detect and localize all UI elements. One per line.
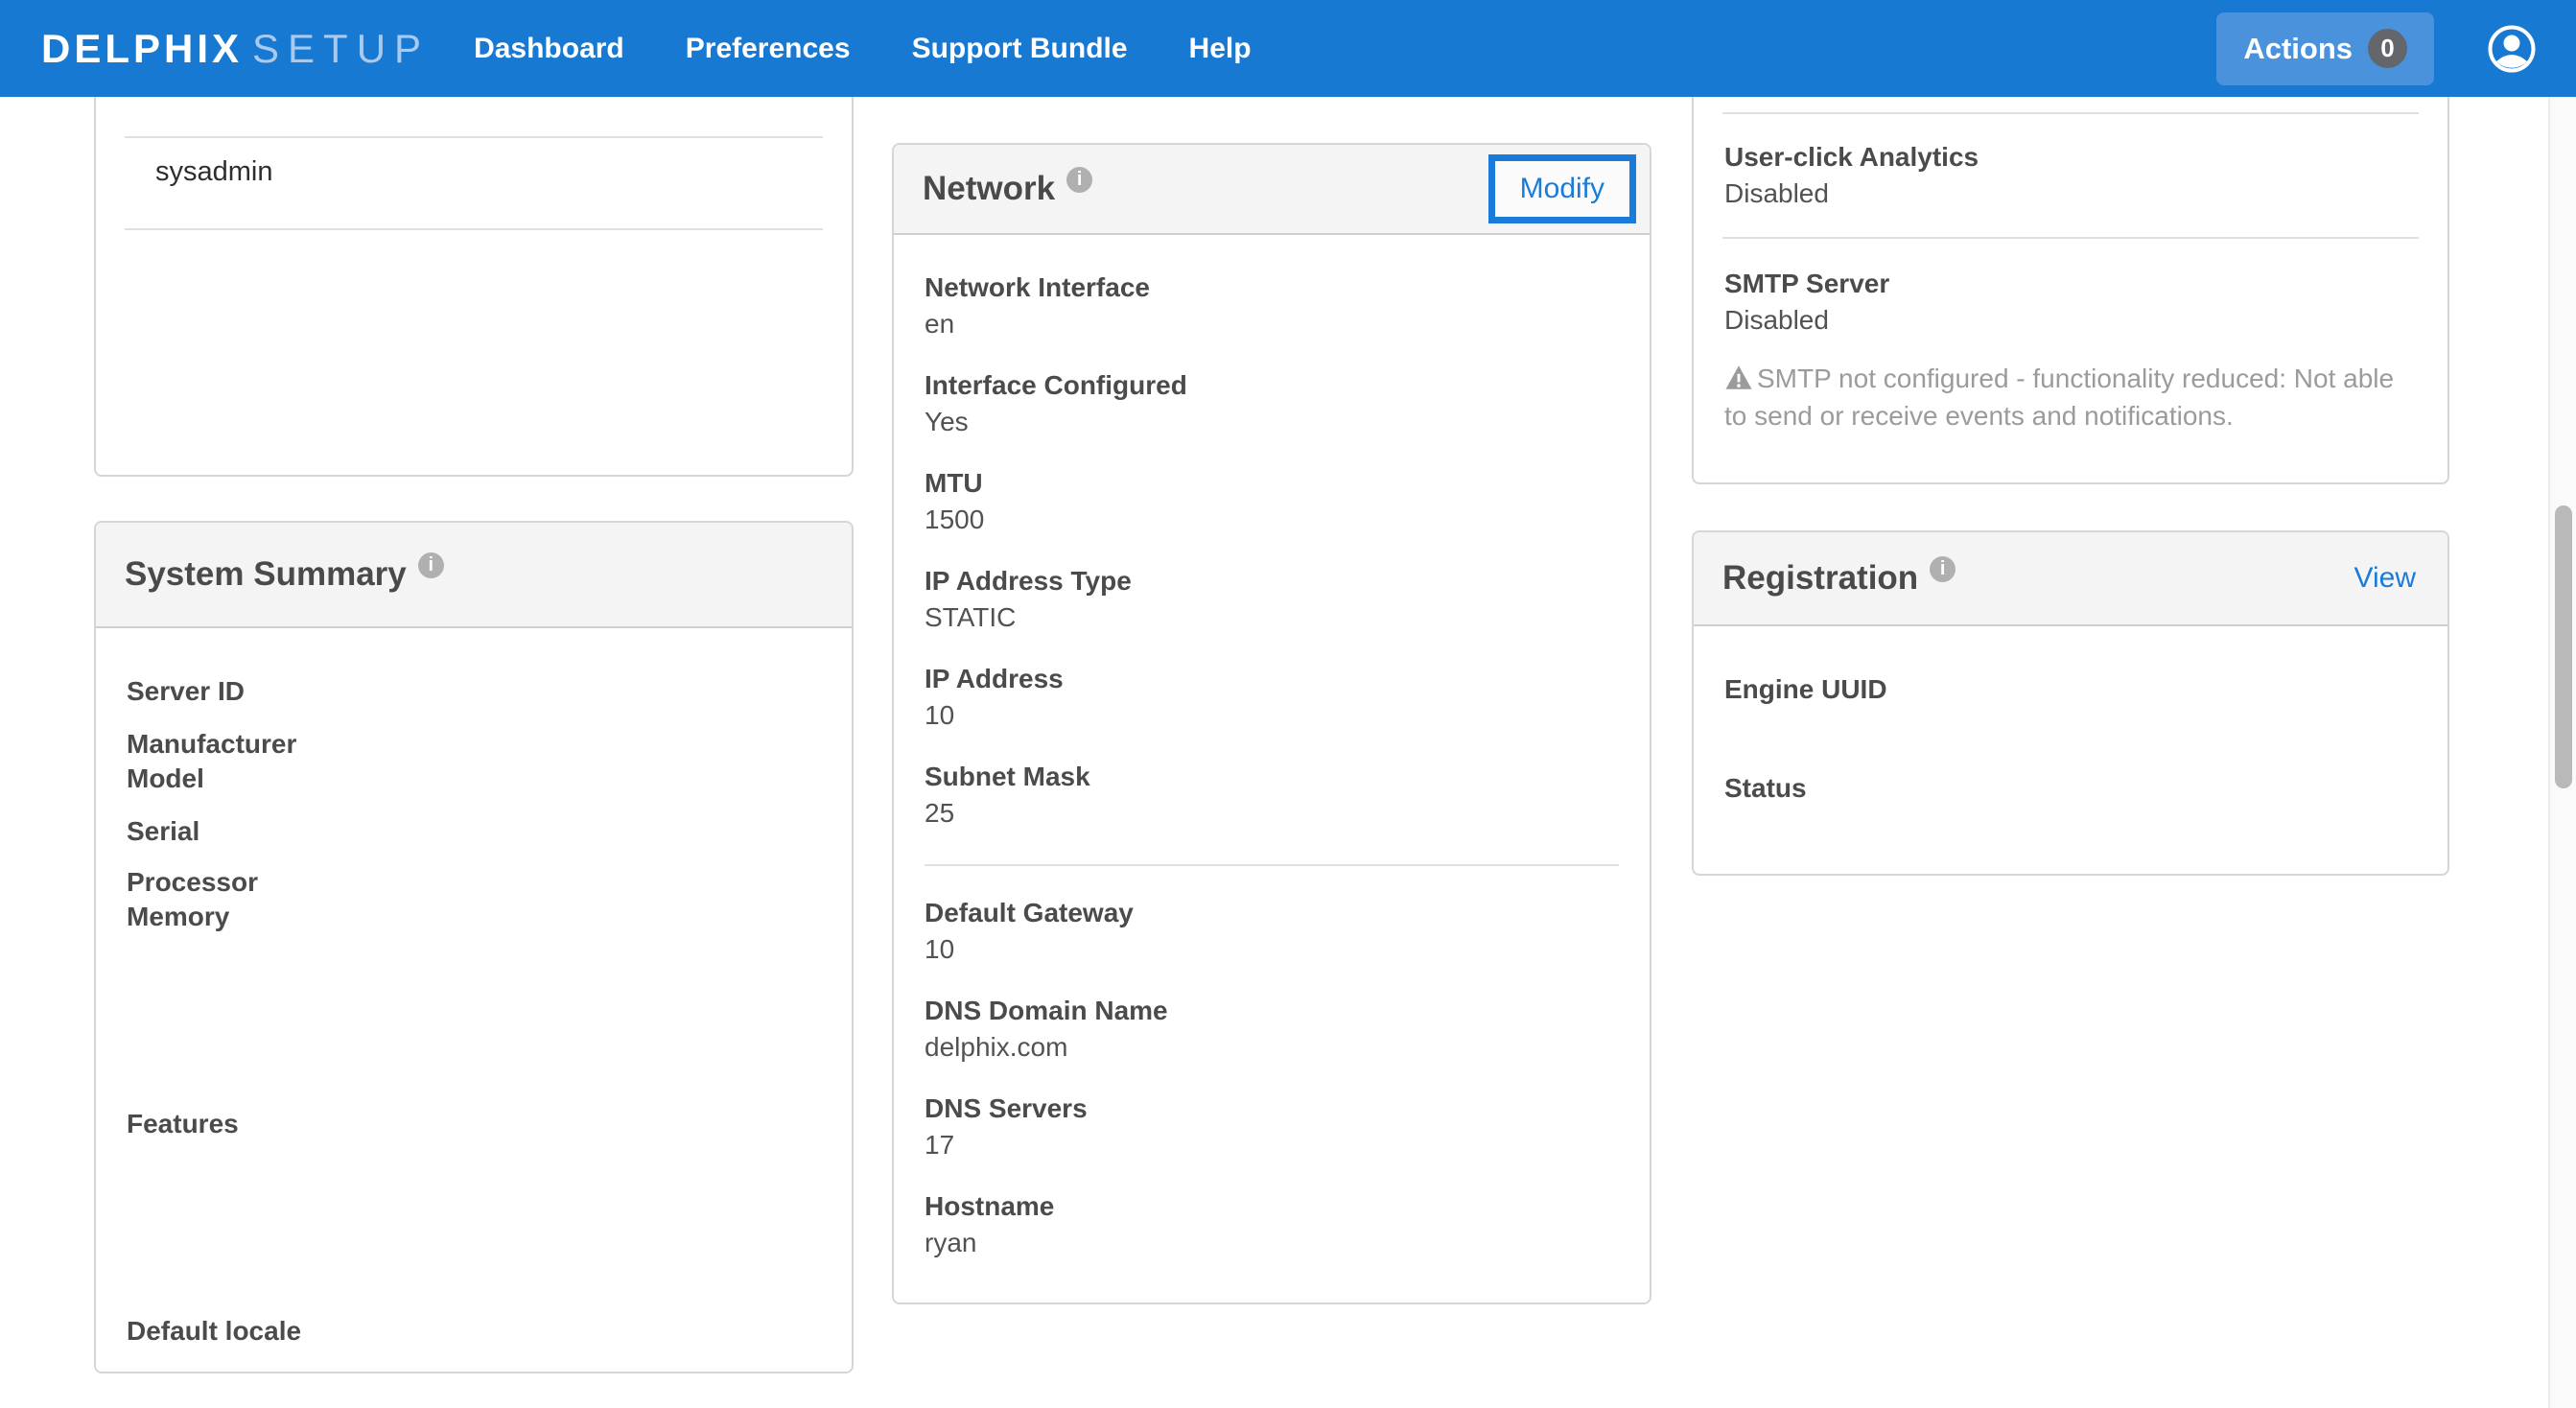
field-hostname: Hostname ryan [925, 1188, 1619, 1261]
network-header: Network i Modify [894, 145, 1650, 235]
divider [1722, 112, 2419, 114]
actions-count-badge: 0 [2368, 29, 2407, 68]
warning-icon [1724, 364, 1753, 399]
modify-network-button[interactable]: Modify [1488, 154, 1636, 223]
users-card: sysadmin [94, 97, 854, 477]
app-root: DELPHIX SETUP Dashboard Preferences Supp… [0, 0, 2576, 1408]
network-body: Network Interface en Interface Configure… [894, 235, 1650, 1261]
field-mtu: MTU 1500 [925, 465, 1619, 538]
field-dns-servers: DNS Servers 17 [925, 1091, 1619, 1163]
field-label-processor: Processor [127, 864, 258, 901]
divider [925, 864, 1619, 866]
field-subnet-mask: Subnet Mask 25 [925, 759, 1619, 832]
registration-title: Registration [1722, 559, 1918, 598]
field-user-click-analytics: User-click Analytics Disabled [1724, 139, 1979, 212]
brand-product: SETUP [252, 26, 430, 72]
top-navbar: DELPHIX SETUP Dashboard Preferences Supp… [0, 0, 2576, 97]
field-ip-address: IP Address 10 [925, 661, 1619, 734]
vertical-scrollbar-track[interactable] [2548, 97, 2576, 1408]
network-card: Network i Modify Network Interface en In… [892, 143, 1651, 1304]
info-icon[interactable]: i [1066, 167, 1092, 193]
smtp-warning-message: SMTP not configured - functionality redu… [1724, 362, 2421, 434]
nav-links: Dashboard Preferences Support Bundle Hel… [474, 33, 1252, 65]
registration-card: Registration i View Engine UUID Status [1692, 530, 2449, 876]
status-card: User-click Analytics Disabled SMTP Serve… [1692, 97, 2449, 484]
registration-header: Registration i View [1694, 532, 2447, 626]
dashboard-content: sysadmin System Summary i Server ID Manu… [0, 97, 2576, 1408]
nav-item-help[interactable]: Help [1189, 33, 1252, 65]
info-icon[interactable]: i [418, 552, 444, 578]
field-dns-domain-name: DNS Domain Name delphix.com [925, 993, 1619, 1066]
field-ip-address-type: IP Address Type STATIC [925, 563, 1619, 636]
vertical-scrollbar-thumb[interactable] [2555, 505, 2572, 788]
brand-name: DELPHIX [41, 26, 243, 72]
smtp-warning-text: SMTP not configured - functionality redu… [1724, 364, 2394, 431]
field-label-features: Features [127, 1106, 239, 1142]
field-network-interface: Network Interface en [925, 270, 1619, 342]
delphix-setup-logo: DELPHIX SETUP [41, 26, 430, 72]
list-item-sysadmin[interactable]: sysadmin [155, 156, 273, 188]
field-label-status: Status [1724, 770, 1807, 807]
field-default-gateway: Default Gateway 10 [925, 895, 1619, 968]
field-label-manufacturer: Manufacturer [127, 726, 296, 763]
field-label-server-id: Server ID [127, 673, 245, 710]
field-label-memory: Memory [127, 899, 229, 935]
system-summary-title: System Summary [125, 555, 407, 594]
field-label-model: Model [127, 761, 204, 797]
nav-item-dashboard[interactable]: Dashboard [474, 33, 624, 65]
field-smtp-server: SMTP Server Disabled [1724, 266, 1889, 339]
field-interface-configured: Interface Configured Yes [925, 367, 1619, 440]
registration-body: Engine UUID Status [1694, 626, 2447, 874]
divider [1722, 237, 2419, 239]
nav-item-support-bundle[interactable]: Support Bundle [912, 33, 1128, 65]
system-summary-card: System Summary i Server ID Manufacturer … [94, 521, 854, 1373]
divider [125, 228, 823, 230]
navbar-right: Actions 0 [2216, 12, 2576, 85]
field-label-default-locale: Default locale [127, 1313, 301, 1349]
actions-button-label: Actions [2243, 32, 2353, 66]
divider [125, 136, 823, 138]
actions-button[interactable]: Actions 0 [2216, 12, 2434, 85]
system-summary-body: Server ID Manufacturer Model Serial Proc… [96, 628, 852, 1373]
field-label-engine-uuid: Engine UUID [1724, 671, 1887, 708]
network-title: Network [923, 170, 1055, 208]
info-icon[interactable]: i [1930, 556, 1955, 582]
system-summary-header: System Summary i [96, 523, 852, 628]
registration-view-link[interactable]: View [2354, 562, 2416, 595]
nav-item-preferences[interactable]: Preferences [686, 33, 851, 65]
user-avatar-icon[interactable] [2488, 25, 2536, 73]
field-label-serial: Serial [127, 813, 199, 850]
